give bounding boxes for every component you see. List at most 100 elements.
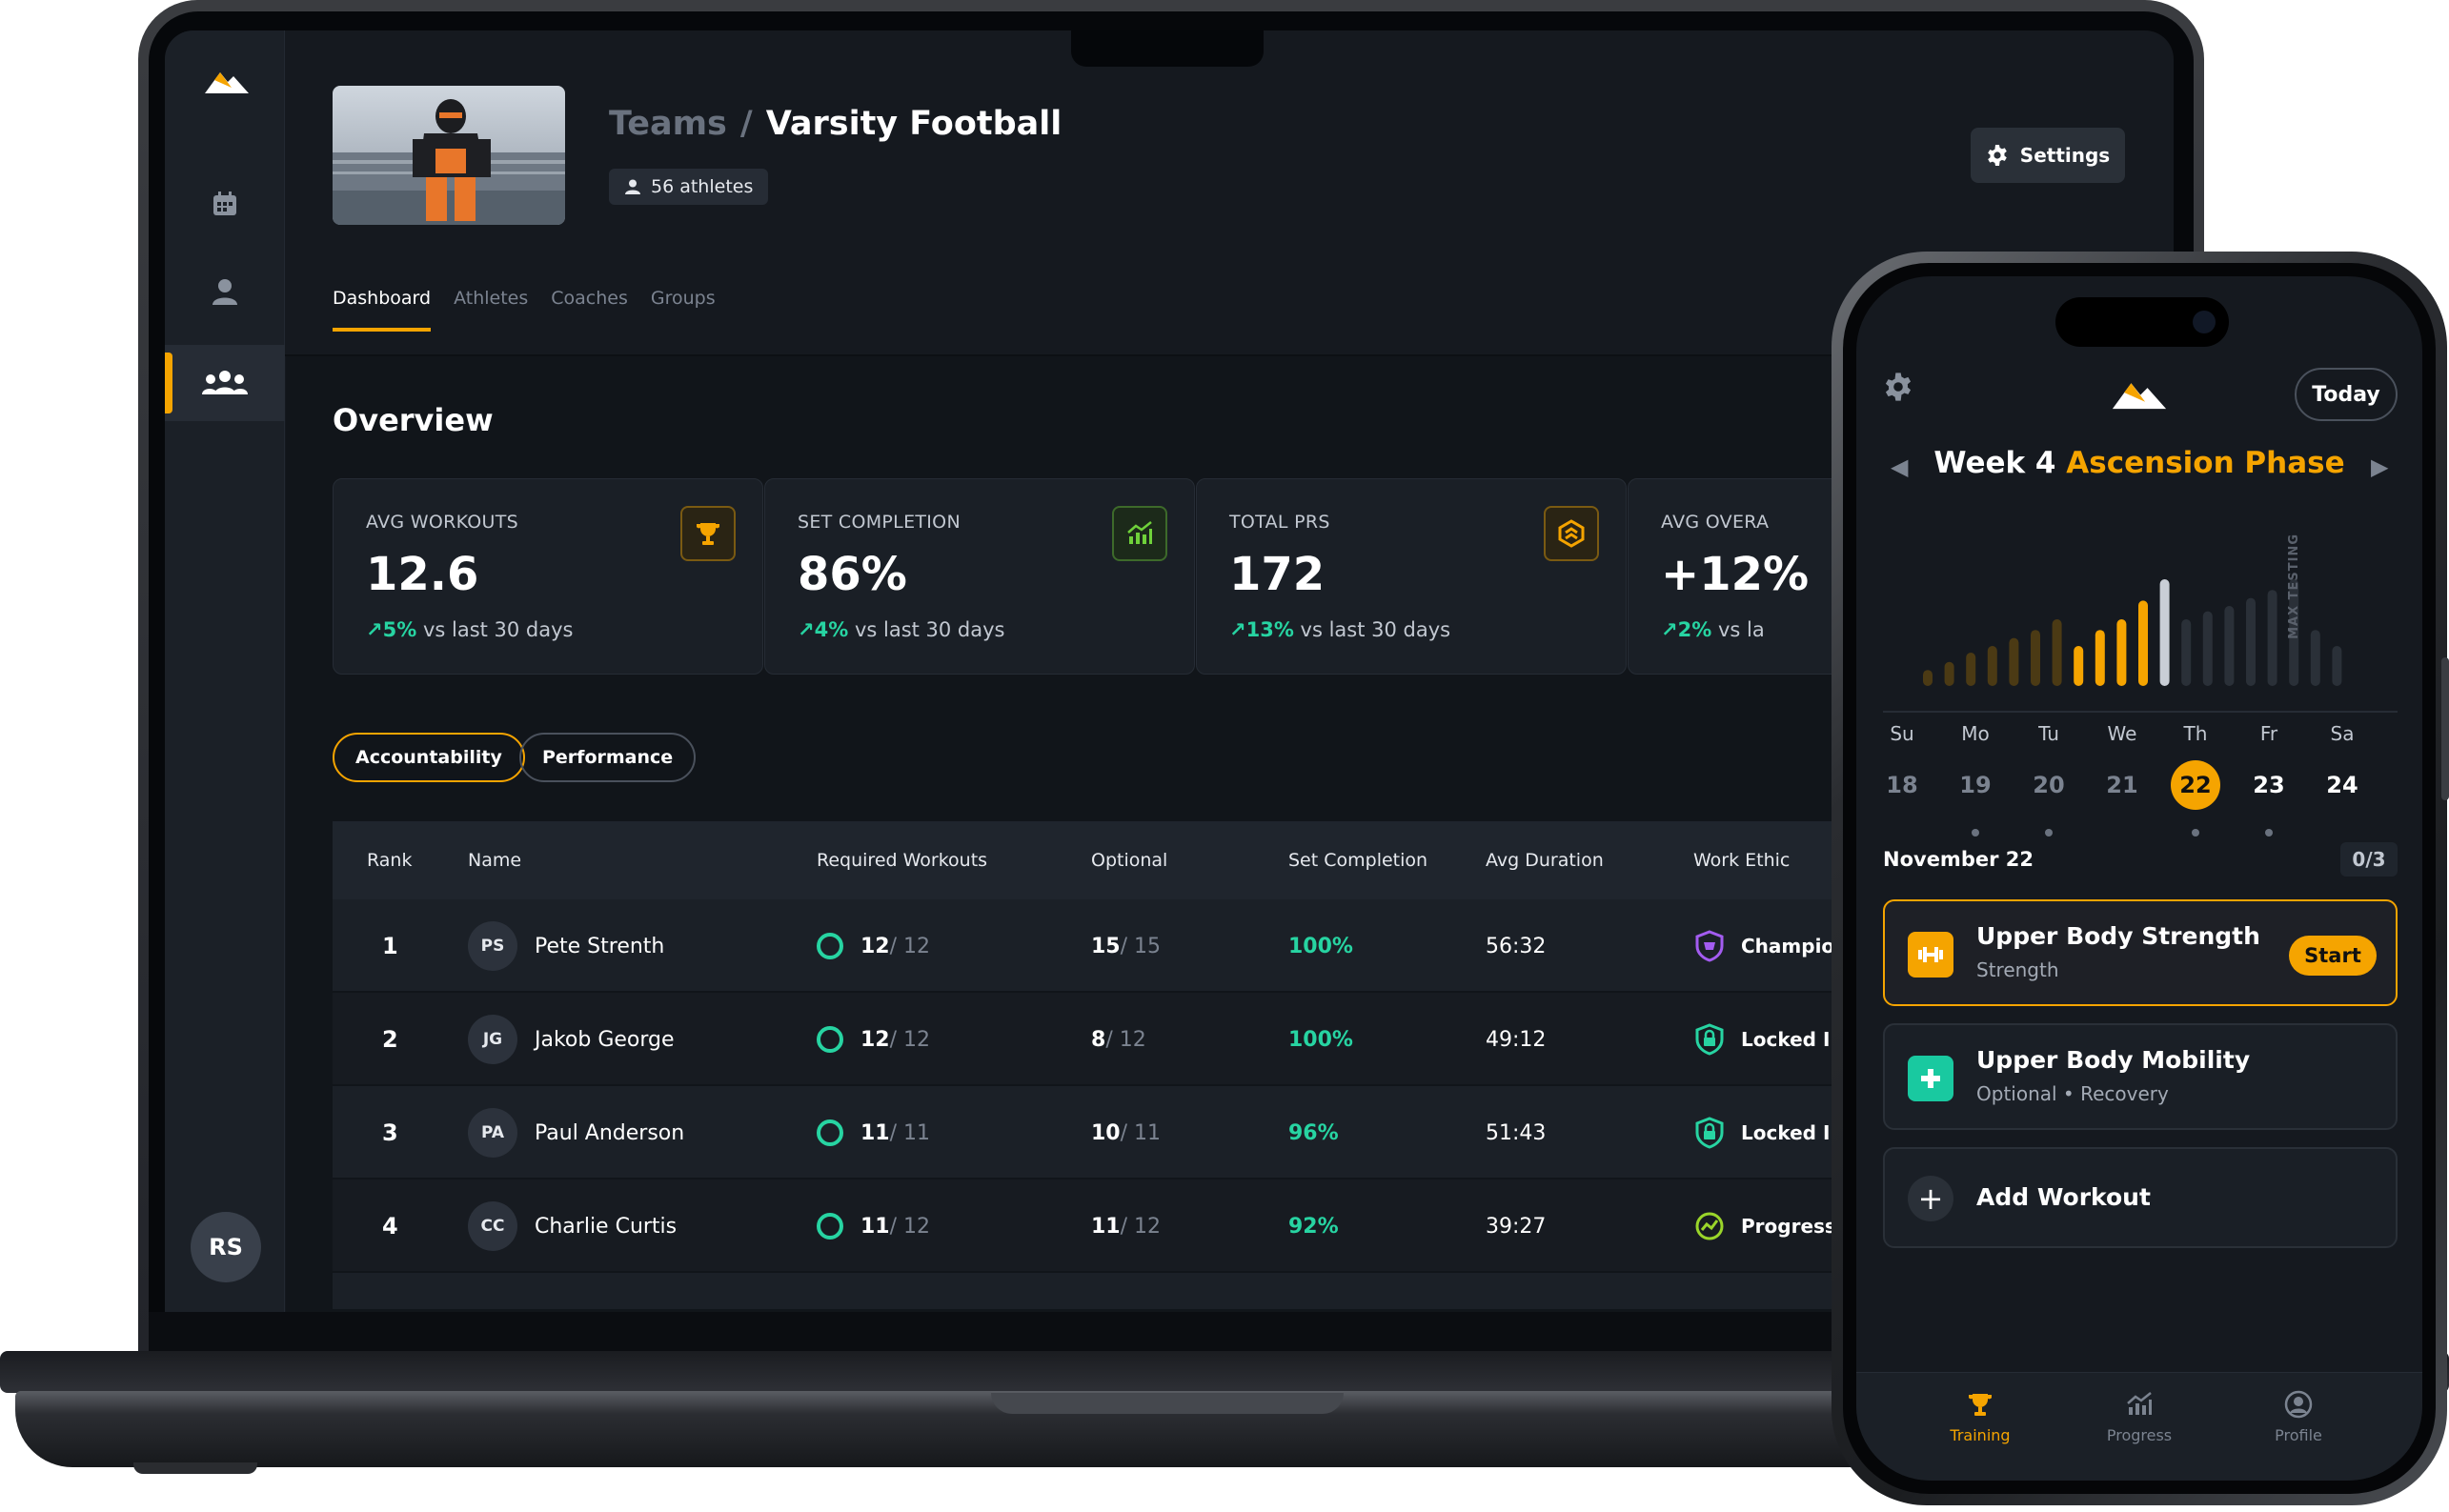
- work-ethic-cell: Champion: [1691, 899, 1848, 993]
- calendar-day[interactable]: 21: [2094, 760, 2151, 810]
- accountability-filter[interactable]: Accountability: [333, 733, 525, 782]
- calendar-day[interactable]: 23: [2240, 760, 2297, 810]
- calendar-day[interactable]: 19: [1947, 760, 2004, 810]
- stat-label: AVG OVERA: [1661, 512, 1770, 533]
- athlete-cell[interactable]: PA Paul Anderson: [468, 1086, 684, 1179]
- tab-athletes[interactable]: Athletes: [454, 288, 528, 332]
- team-photo: [333, 86, 565, 225]
- breadcrumb: Teams / Varsity Football: [609, 105, 1062, 143]
- required-workouts-cell: 12 / 12: [817, 993, 930, 1086]
- calendar-day[interactable]: 20: [2020, 760, 2077, 810]
- week-bar: [1923, 670, 1933, 686]
- rank-badge-icon: [1544, 506, 1599, 561]
- stat-value: +12%: [1661, 548, 1810, 601]
- optional-done: 11: [1091, 1214, 1121, 1239]
- lock-badge-icon: [1691, 1021, 1728, 1058]
- performance-filter[interactable]: Performance: [519, 733, 697, 782]
- stat-label: TOTAL PRS: [1229, 512, 1330, 533]
- trophy-icon: [1969, 1394, 1992, 1416]
- calendar-day[interactable]: 18: [1873, 760, 1931, 810]
- workout-subtitle: Optional • Recovery: [1976, 1082, 2169, 1105]
- brand-logo-icon[interactable]: [203, 63, 251, 97]
- workout-progress-count: 0/3: [2340, 842, 2398, 877]
- week-bar: [2159, 579, 2170, 686]
- start-workout-button[interactable]: Start: [2289, 936, 2377, 976]
- calendar-day[interactable]: 24: [2314, 760, 2371, 810]
- stat-delta-text: vs la: [1711, 618, 1765, 641]
- work-ethic-label: Locked In: [1741, 1121, 1844, 1144]
- team-icon: [202, 371, 248, 394]
- user-avatar[interactable]: RS: [191, 1212, 261, 1282]
- gear-icon[interactable]: [1883, 372, 1913, 402]
- tab-coaches[interactable]: Coaches: [551, 288, 628, 332]
- athlete-avatar: JG: [468, 1015, 517, 1064]
- week-bar: [2202, 611, 2213, 686]
- athlete-name: Jakob George: [535, 1027, 675, 1052]
- column-avg-duration[interactable]: Avg Duration: [1486, 850, 1604, 871]
- workout-card-upper-body-strength[interactable]: Upper Body Strength Strength Start: [1883, 899, 2398, 1006]
- chart-icon: [2127, 1392, 2152, 1415]
- workout-card-upper-body-mobility[interactable]: Upper Body Mobility Optional • Recovery: [1883, 1023, 2398, 1130]
- add-workout-button[interactable]: + Add Workout: [1883, 1147, 2398, 1248]
- column-required-workouts[interactable]: Required Workouts: [817, 850, 987, 871]
- week-bar: [2224, 606, 2235, 686]
- week-bar: [1944, 661, 1954, 686]
- stat-delta: ↗2% vs la: [1661, 618, 1765, 641]
- optional-cell: 11 / 12: [1091, 1179, 1161, 1273]
- sidebar-item-teams[interactable]: [165, 345, 285, 421]
- athlete-cell[interactable]: CC Charlie Curtis: [468, 1179, 677, 1273]
- phase-name: Ascension Phase: [2066, 446, 2345, 480]
- today-button[interactable]: Today: [2295, 368, 2398, 421]
- required-done: 11: [860, 1214, 890, 1239]
- athlete-name: Paul Anderson: [535, 1120, 685, 1145]
- user-icon: [625, 179, 640, 194]
- sidebar-item-athlete[interactable]: [165, 253, 285, 330]
- progress-ring-icon: [817, 1213, 843, 1240]
- breadcrumb-teams-link[interactable]: Teams: [609, 105, 727, 143]
- phone-side-button: [2441, 657, 2449, 800]
- column-name[interactable]: Name: [468, 850, 521, 871]
- tab-dashboard[interactable]: Dashboard: [333, 288, 432, 332]
- add-workout-label: Add Workout: [1976, 1183, 2151, 1211]
- column-work-ethic[interactable]: Work Ethic: [1693, 850, 1790, 871]
- nav-progress[interactable]: Progress: [2063, 1390, 2216, 1444]
- nav-profile[interactable]: Profile: [2222, 1390, 2375, 1444]
- set-completion-cell: 96%: [1288, 1120, 1339, 1145]
- required-done: 12: [860, 934, 890, 958]
- profile-icon: [2284, 1390, 2313, 1419]
- column-optional[interactable]: Optional: [1091, 850, 1167, 871]
- weekday-label: Mo: [1961, 722, 1990, 745]
- optional-total: / 11: [1120, 1120, 1162, 1145]
- set-completion-cell: 92%: [1288, 1214, 1339, 1239]
- avg-duration-cell: 39:27: [1486, 1214, 1547, 1239]
- athlete-cell[interactable]: JG Jakob George: [468, 993, 675, 1086]
- tab-bar: Dashboard Athletes Coaches Groups: [333, 288, 716, 332]
- next-week-icon[interactable]: ▶: [2371, 454, 2388, 480]
- athlete-cell[interactable]: PS Pete Strenth: [468, 899, 664, 993]
- stat-delta-value: 4%: [814, 618, 849, 641]
- stat-delta: ↗4% vs last 30 days: [798, 618, 1005, 641]
- laptop-lip: [991, 1393, 1344, 1414]
- optional-done: 15: [1091, 934, 1121, 958]
- sidebar-item-calendar[interactable]: [165, 166, 285, 242]
- column-set-completion[interactable]: Set Completion: [1288, 850, 1427, 871]
- tab-groups[interactable]: Groups: [651, 288, 716, 332]
- athlete-name: Pete Strenth: [535, 934, 665, 958]
- settings-button[interactable]: Settings: [1971, 128, 2125, 183]
- week-bar: [2138, 600, 2148, 686]
- workout-dot: [2265, 829, 2273, 837]
- stat-delta-text: vs last 30 days: [416, 618, 574, 641]
- champion-badge-icon: [1691, 928, 1728, 964]
- required-total: / 12: [889, 1027, 931, 1052]
- breadcrumb-separator: /: [739, 105, 753, 143]
- column-rank[interactable]: Rank: [367, 850, 412, 871]
- sidebar: RS: [165, 30, 285, 1312]
- workout-title: Upper Body Mobility: [1976, 1046, 2251, 1074]
- trend-up-icon: ↗: [1661, 618, 1678, 641]
- nav-training[interactable]: Training: [1904, 1390, 2056, 1444]
- weekday-label: We: [2107, 722, 2137, 745]
- calendar-day-selected[interactable]: 22: [2171, 760, 2220, 810]
- bottom-nav: Training Progress Profile: [1856, 1372, 2422, 1481]
- dumbbell-icon: [1908, 932, 1953, 978]
- stat-delta-value: 13%: [1245, 618, 1294, 641]
